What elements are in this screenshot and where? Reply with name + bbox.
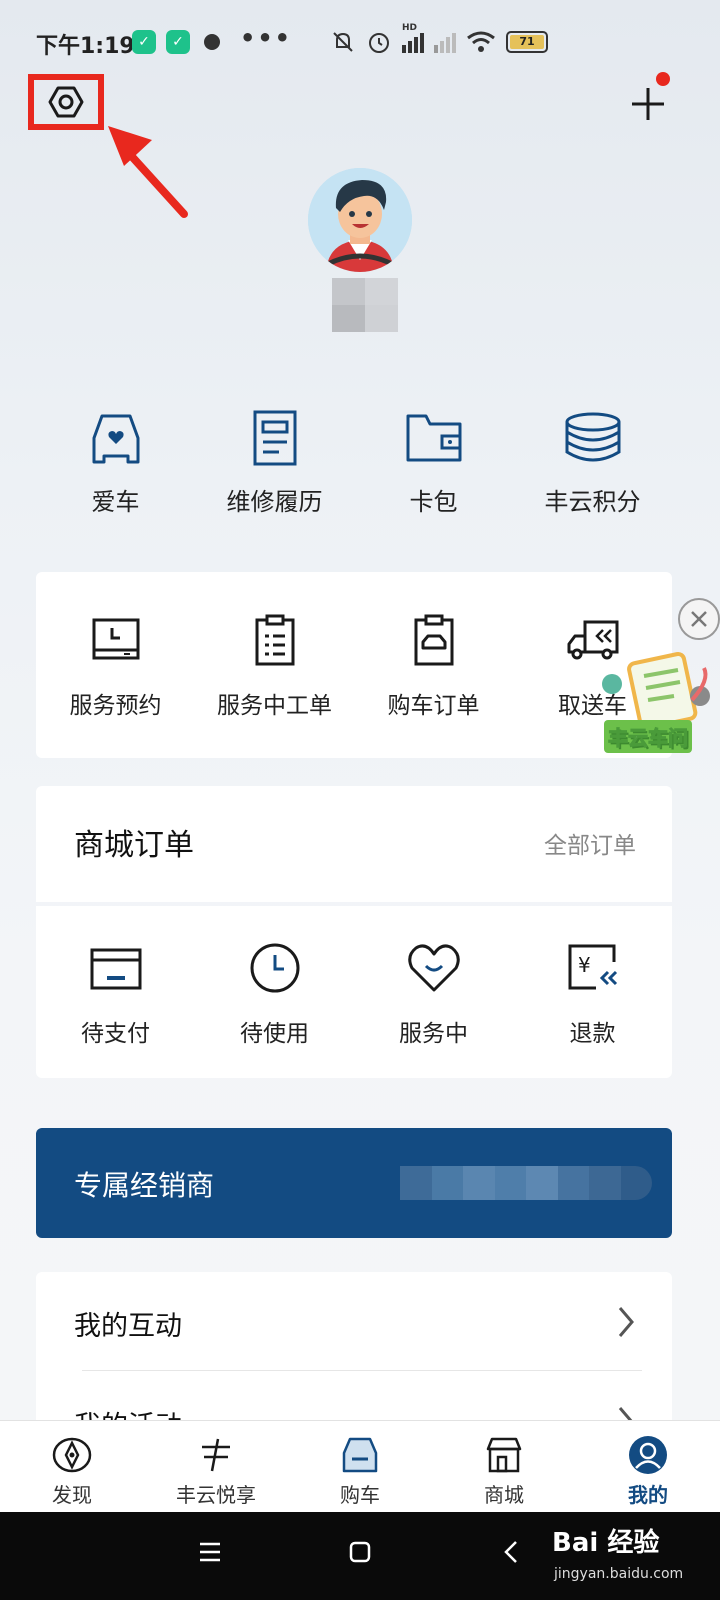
heart-smile-icon [406, 940, 462, 996]
menu-list: 我的互动 我的活动 [36, 1272, 672, 1432]
username-blurred [332, 278, 398, 332]
tab-mall[interactable]: 商城 [432, 1421, 576, 1512]
more-notifications-icon: ••• [240, 24, 293, 52]
mall-orders-body: 待支付 待使用 服务中 ¥ 退款 [36, 906, 672, 1078]
quick-item-points[interactable]: 丰云积分 [513, 408, 672, 528]
car-icon [340, 1435, 380, 1475]
service-appointment[interactable]: 服务预约 [36, 572, 195, 758]
wifi-icon [467, 31, 495, 52]
mall-orders-header: 商城订单 全部订单 [36, 786, 672, 902]
tab-discover[interactable]: 发现 [0, 1421, 144, 1512]
menu-icon[interactable] [198, 1540, 222, 1564]
compass-icon [52, 1435, 92, 1475]
avatar-illustration [308, 168, 412, 272]
refund-icon: ¥ [565, 940, 621, 996]
all-orders-link[interactable]: 全部订单 [544, 826, 636, 860]
status-bar: 下午1:19 ✓ ✓ ••• HD 71 [0, 0, 720, 84]
record-icon [204, 34, 220, 50]
clock-icon [247, 940, 303, 996]
fengyun-icon [196, 1435, 236, 1475]
home-icon[interactable] [348, 1540, 372, 1564]
quick-actions: 爱车 维修履历 卡包 丰云积分 [36, 408, 672, 528]
status-time: 下午1:19 [36, 34, 135, 59]
promo-label[interactable]: 丰云车问 [604, 720, 692, 753]
order-to-use[interactable]: 待使用 [195, 906, 354, 1078]
wallet-icon [404, 408, 464, 468]
close-icon [691, 611, 707, 627]
exclusive-dealer-card[interactable]: 专属经销商 [36, 1128, 672, 1238]
service-work-order[interactable]: 服务中工单 [195, 572, 354, 758]
add-button[interactable] [628, 84, 668, 124]
order-in-service[interactable]: 服务中 [354, 906, 513, 1078]
clipboard-car-icon [406, 612, 462, 668]
quick-item-repair-history[interactable]: 维修履历 [195, 408, 354, 528]
store-icon [484, 1435, 524, 1475]
calendar-clock-icon [88, 612, 144, 668]
quick-item-car[interactable]: 爱车 [36, 408, 195, 528]
car-purchase-order[interactable]: 购车订单 [354, 572, 513, 758]
shield-app-icon: ✓ [132, 30, 156, 54]
tab-me[interactable]: 我的 [576, 1421, 720, 1512]
coins-stack-icon [563, 408, 623, 468]
watermark-url: jingyan.baidu.com [554, 1566, 684, 1582]
bottom-navigation: 发现 丰云悦享 购车 商城 我的 [0, 1420, 720, 1512]
user-icon [628, 1435, 668, 1475]
signal-weak-icon [434, 31, 456, 53]
battery-icon: 71 [506, 31, 548, 53]
back-icon[interactable] [500, 1540, 524, 1564]
clipboard-list-icon [247, 612, 303, 668]
signal-icon: HD [402, 23, 424, 53]
chevron-right-icon [618, 1307, 634, 1337]
order-pending-payment[interactable]: 待支付 [36, 906, 195, 1078]
my-interactions-item[interactable]: 我的互动 [36, 1272, 672, 1372]
order-refund[interactable]: ¥ 退款 [513, 906, 672, 1078]
status-icons: HD 71 [330, 23, 548, 56]
mute-bell-icon [333, 32, 353, 52]
quick-item-wallet[interactable]: 卡包 [354, 408, 513, 528]
svg-text:¥: ¥ [578, 953, 591, 977]
plus-icon [632, 88, 664, 120]
document-icon [245, 408, 305, 468]
mall-orders-title: 商城订单 [74, 828, 194, 863]
tab-fengyun[interactable]: 丰云悦享 [144, 1421, 288, 1512]
divider [82, 1370, 642, 1371]
car-heart-icon [86, 408, 146, 468]
notification-dot [656, 72, 670, 86]
settings-button[interactable] [28, 74, 104, 130]
red-arrow-annotation [108, 126, 188, 218]
dealer-name-blurred [400, 1166, 652, 1200]
avatar[interactable] [308, 168, 412, 272]
service-card: 服务预约 服务中工单 购车订单 取送车 [36, 572, 672, 758]
close-promo-button[interactable] [678, 598, 720, 640]
shield-app-icon: ✓ [166, 30, 190, 54]
card-icon [88, 940, 144, 996]
dealer-title: 专属经销商 [74, 1169, 215, 1202]
settings-hexagon-icon [48, 86, 84, 118]
alarm-icon [369, 33, 389, 53]
watermark-brand: Bai 经验 [552, 1528, 660, 1558]
tab-buy-car[interactable]: 购车 [288, 1421, 432, 1512]
